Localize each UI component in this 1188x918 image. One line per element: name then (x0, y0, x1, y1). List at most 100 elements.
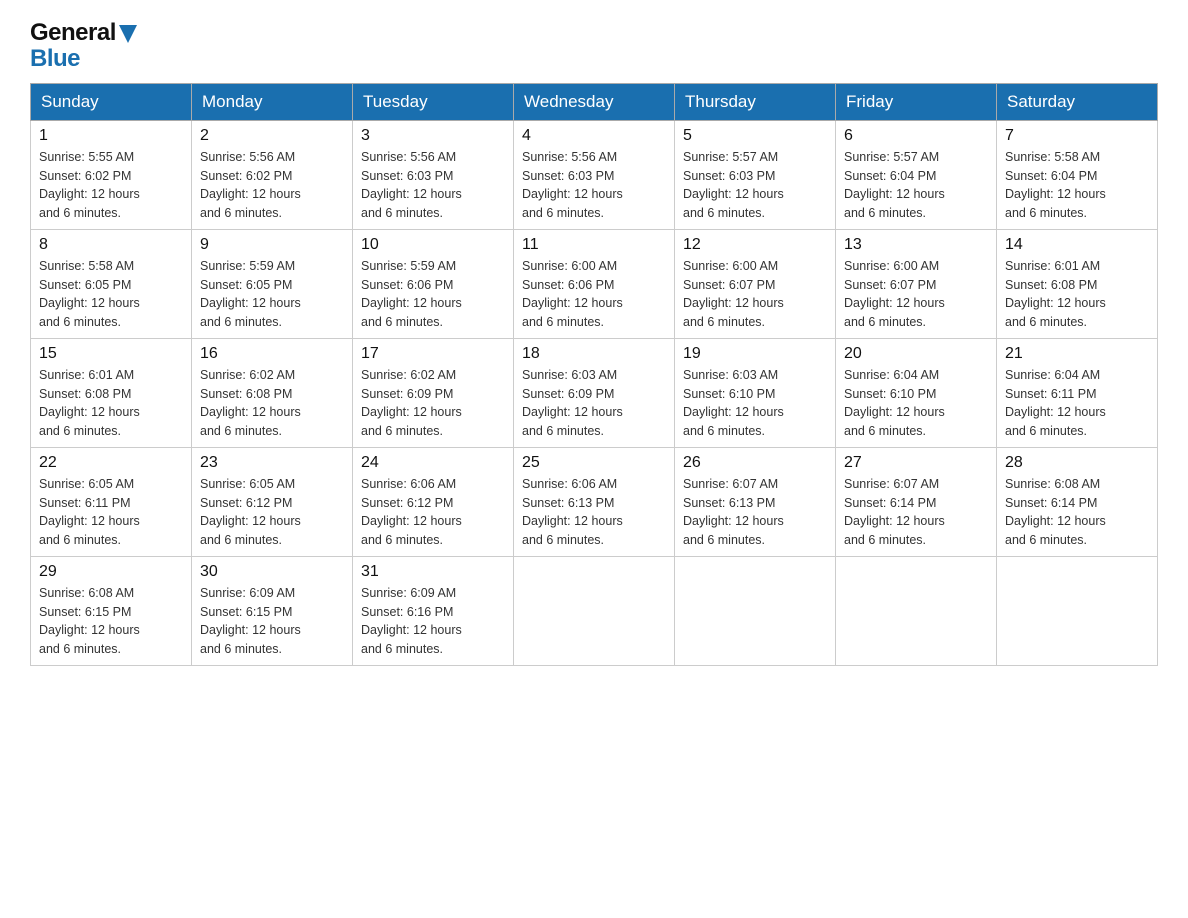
day-info: Sunrise: 6:09 AM Sunset: 6:15 PM Dayligh… (200, 584, 344, 659)
day-number: 9 (200, 236, 344, 254)
day-number: 23 (200, 454, 344, 472)
calendar-cell: 23 Sunrise: 6:05 AM Sunset: 6:12 PM Dayl… (192, 447, 353, 556)
day-number: 11 (522, 236, 666, 254)
day-number: 25 (522, 454, 666, 472)
day-info: Sunrise: 5:56 AM Sunset: 6:03 PM Dayligh… (522, 148, 666, 223)
day-info: Sunrise: 5:55 AM Sunset: 6:02 PM Dayligh… (39, 148, 183, 223)
calendar-cell (997, 556, 1158, 665)
day-info: Sunrise: 6:00 AM Sunset: 6:07 PM Dayligh… (844, 257, 988, 332)
day-info: Sunrise: 6:06 AM Sunset: 6:13 PM Dayligh… (522, 475, 666, 550)
day-info: Sunrise: 6:05 AM Sunset: 6:11 PM Dayligh… (39, 475, 183, 550)
day-number: 15 (39, 345, 183, 363)
day-number: 5 (683, 127, 827, 145)
day-header-monday: Monday (192, 83, 353, 120)
calendar-week-1: 1 Sunrise: 5:55 AM Sunset: 6:02 PM Dayli… (31, 120, 1158, 229)
calendar-cell: 17 Sunrise: 6:02 AM Sunset: 6:09 PM Dayl… (353, 338, 514, 447)
calendar-cell: 8 Sunrise: 5:58 AM Sunset: 6:05 PM Dayli… (31, 229, 192, 338)
day-info: Sunrise: 6:03 AM Sunset: 6:10 PM Dayligh… (683, 366, 827, 441)
day-number: 19 (683, 345, 827, 363)
calendar-cell: 6 Sunrise: 5:57 AM Sunset: 6:04 PM Dayli… (836, 120, 997, 229)
day-info: Sunrise: 6:08 AM Sunset: 6:15 PM Dayligh… (39, 584, 183, 659)
day-number: 30 (200, 563, 344, 581)
calendar-cell (836, 556, 997, 665)
day-info: Sunrise: 5:56 AM Sunset: 6:02 PM Dayligh… (200, 148, 344, 223)
calendar-cell: 4 Sunrise: 5:56 AM Sunset: 6:03 PM Dayli… (514, 120, 675, 229)
calendar-cell: 5 Sunrise: 5:57 AM Sunset: 6:03 PM Dayli… (675, 120, 836, 229)
calendar-cell: 16 Sunrise: 6:02 AM Sunset: 6:08 PM Dayl… (192, 338, 353, 447)
calendar-header-row: SundayMondayTuesdayWednesdayThursdayFrid… (31, 83, 1158, 120)
calendar-cell: 1 Sunrise: 5:55 AM Sunset: 6:02 PM Dayli… (31, 120, 192, 229)
calendar-cell: 14 Sunrise: 6:01 AM Sunset: 6:08 PM Dayl… (997, 229, 1158, 338)
calendar-cell: 30 Sunrise: 6:09 AM Sunset: 6:15 PM Dayl… (192, 556, 353, 665)
day-info: Sunrise: 6:01 AM Sunset: 6:08 PM Dayligh… (39, 366, 183, 441)
day-info: Sunrise: 5:59 AM Sunset: 6:05 PM Dayligh… (200, 257, 344, 332)
day-number: 10 (361, 236, 505, 254)
day-info: Sunrise: 6:08 AM Sunset: 6:14 PM Dayligh… (1005, 475, 1149, 550)
day-info: Sunrise: 5:59 AM Sunset: 6:06 PM Dayligh… (361, 257, 505, 332)
day-info: Sunrise: 6:03 AM Sunset: 6:09 PM Dayligh… (522, 366, 666, 441)
day-header-thursday: Thursday (675, 83, 836, 120)
day-number: 29 (39, 563, 183, 581)
calendar-cell: 13 Sunrise: 6:00 AM Sunset: 6:07 PM Dayl… (836, 229, 997, 338)
day-info: Sunrise: 6:00 AM Sunset: 6:07 PM Dayligh… (683, 257, 827, 332)
day-info: Sunrise: 6:05 AM Sunset: 6:12 PM Dayligh… (200, 475, 344, 550)
day-number: 4 (522, 127, 666, 145)
calendar-cell: 2 Sunrise: 5:56 AM Sunset: 6:02 PM Dayli… (192, 120, 353, 229)
calendar-week-5: 29 Sunrise: 6:08 AM Sunset: 6:15 PM Dayl… (31, 556, 1158, 665)
day-number: 27 (844, 454, 988, 472)
day-header-tuesday: Tuesday (353, 83, 514, 120)
day-info: Sunrise: 5:56 AM Sunset: 6:03 PM Dayligh… (361, 148, 505, 223)
calendar-cell: 9 Sunrise: 5:59 AM Sunset: 6:05 PM Dayli… (192, 229, 353, 338)
calendar-cell: 25 Sunrise: 6:06 AM Sunset: 6:13 PM Dayl… (514, 447, 675, 556)
day-number: 16 (200, 345, 344, 363)
day-number: 17 (361, 345, 505, 363)
calendar-cell: 3 Sunrise: 5:56 AM Sunset: 6:03 PM Dayli… (353, 120, 514, 229)
day-info: Sunrise: 6:07 AM Sunset: 6:13 PM Dayligh… (683, 475, 827, 550)
calendar-cell: 10 Sunrise: 5:59 AM Sunset: 6:06 PM Dayl… (353, 229, 514, 338)
calendar-week-4: 22 Sunrise: 6:05 AM Sunset: 6:11 PM Dayl… (31, 447, 1158, 556)
day-number: 28 (1005, 454, 1149, 472)
day-info: Sunrise: 5:58 AM Sunset: 6:04 PM Dayligh… (1005, 148, 1149, 223)
calendar-cell: 21 Sunrise: 6:04 AM Sunset: 6:11 PM Dayl… (997, 338, 1158, 447)
day-info: Sunrise: 6:04 AM Sunset: 6:11 PM Dayligh… (1005, 366, 1149, 441)
day-info: Sunrise: 6:06 AM Sunset: 6:12 PM Dayligh… (361, 475, 505, 550)
day-number: 31 (361, 563, 505, 581)
page-header: General Blue (30, 20, 1158, 73)
logo-general: General (30, 20, 137, 46)
calendar-cell: 11 Sunrise: 6:00 AM Sunset: 6:06 PM Dayl… (514, 229, 675, 338)
day-number: 1 (39, 127, 183, 145)
day-number: 8 (39, 236, 183, 254)
calendar-cell: 12 Sunrise: 6:00 AM Sunset: 6:07 PM Dayl… (675, 229, 836, 338)
calendar-cell: 20 Sunrise: 6:04 AM Sunset: 6:10 PM Dayl… (836, 338, 997, 447)
day-header-wednesday: Wednesday (514, 83, 675, 120)
day-number: 7 (1005, 127, 1149, 145)
day-info: Sunrise: 6:04 AM Sunset: 6:10 PM Dayligh… (844, 366, 988, 441)
day-number: 3 (361, 127, 505, 145)
logo-blue: Blue (30, 46, 137, 72)
day-number: 18 (522, 345, 666, 363)
day-header-sunday: Sunday (31, 83, 192, 120)
calendar-cell: 7 Sunrise: 5:58 AM Sunset: 6:04 PM Dayli… (997, 120, 1158, 229)
calendar-cell: 19 Sunrise: 6:03 AM Sunset: 6:10 PM Dayl… (675, 338, 836, 447)
day-info: Sunrise: 6:07 AM Sunset: 6:14 PM Dayligh… (844, 475, 988, 550)
calendar-cell: 27 Sunrise: 6:07 AM Sunset: 6:14 PM Dayl… (836, 447, 997, 556)
day-number: 26 (683, 454, 827, 472)
day-info: Sunrise: 6:02 AM Sunset: 6:09 PM Dayligh… (361, 366, 505, 441)
calendar-cell: 24 Sunrise: 6:06 AM Sunset: 6:12 PM Dayl… (353, 447, 514, 556)
calendar-table: SundayMondayTuesdayWednesdayThursdayFrid… (30, 83, 1158, 666)
day-info: Sunrise: 5:57 AM Sunset: 6:03 PM Dayligh… (683, 148, 827, 223)
day-info: Sunrise: 6:09 AM Sunset: 6:16 PM Dayligh… (361, 584, 505, 659)
day-number: 12 (683, 236, 827, 254)
day-number: 6 (844, 127, 988, 145)
day-header-saturday: Saturday (997, 83, 1158, 120)
calendar-cell: 29 Sunrise: 6:08 AM Sunset: 6:15 PM Dayl… (31, 556, 192, 665)
calendar-cell: 15 Sunrise: 6:01 AM Sunset: 6:08 PM Dayl… (31, 338, 192, 447)
calendar-week-3: 15 Sunrise: 6:01 AM Sunset: 6:08 PM Dayl… (31, 338, 1158, 447)
day-number: 22 (39, 454, 183, 472)
calendar-cell: 28 Sunrise: 6:08 AM Sunset: 6:14 PM Dayl… (997, 447, 1158, 556)
calendar-cell (514, 556, 675, 665)
day-number: 13 (844, 236, 988, 254)
day-info: Sunrise: 5:58 AM Sunset: 6:05 PM Dayligh… (39, 257, 183, 332)
logo: General Blue (30, 20, 137, 73)
day-number: 21 (1005, 345, 1149, 363)
